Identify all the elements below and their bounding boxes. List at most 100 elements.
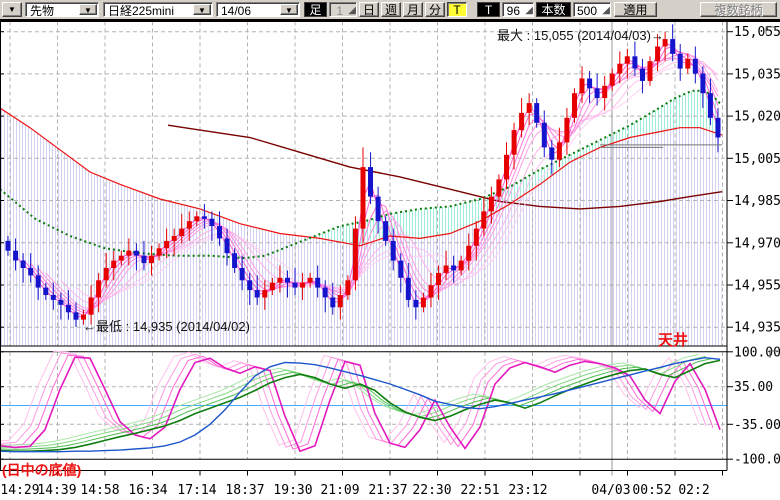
candle: [104, 268, 109, 280]
period-month-button[interactable]: 月: [403, 2, 423, 17]
period-week-button[interactable]: 週: [381, 2, 401, 17]
candle: [580, 79, 585, 94]
corner-dropdown-button[interactable]: ▼: [2, 2, 22, 17]
bar-count-stepper[interactable]: 500 ◢: [573, 2, 611, 17]
candle: [6, 241, 11, 251]
candle: [587, 79, 592, 89]
candle: [481, 211, 486, 228]
time-axis: 14:2914:3914:5816:3417:1418:3719:3021:09…: [0, 483, 709, 498]
candle: [240, 268, 245, 280]
candle: [421, 298, 426, 308]
apply-button[interactable]: 適用: [614, 2, 657, 17]
candle: [277, 278, 282, 283]
candle: [202, 216, 207, 219]
candle: [330, 298, 335, 308]
time-axis-label: 14:29: [0, 483, 39, 498]
instrument-select[interactable]: 日経225mini ▼: [103, 2, 213, 17]
time-axis-label: 00:52: [632, 483, 671, 498]
oscillator-axis-label: -35.00: [734, 418, 780, 433]
candle: [519, 113, 524, 130]
bar-interval-stepper: 1 ◢: [329, 2, 357, 17]
oscillator-axis-label: -100.00: [734, 453, 780, 468]
candle: [119, 256, 124, 261]
instrument-value: 日経225mini: [108, 4, 174, 18]
candle: [217, 226, 222, 238]
candle: [572, 93, 577, 118]
time-axis-label: 04/03: [591, 483, 630, 498]
candle: [602, 86, 607, 98]
candle: [398, 261, 403, 278]
candle: [436, 273, 441, 285]
chart-canvas[interactable]: 15,05515,03515,02015,00514,98514,97014,9…: [0, 21, 780, 500]
candle: [489, 197, 494, 212]
candle: [179, 229, 184, 236]
candle: [716, 118, 721, 138]
contract-month-select[interactable]: 14/06 ▼: [216, 2, 300, 17]
bar-type-button[interactable]: 足: [304, 2, 327, 17]
chevron-down-icon[interactable]: ▼: [280, 4, 298, 15]
candle: [610, 74, 615, 86]
candle: [111, 261, 116, 268]
price-axis-label: 14,955: [734, 279, 780, 294]
candle: [134, 251, 139, 256]
candle: [232, 253, 237, 268]
candle: [353, 229, 358, 281]
candle: [527, 103, 532, 113]
candle: [96, 280, 101, 297]
candle: [308, 278, 313, 283]
candle: [247, 280, 252, 290]
period-tick-button-active[interactable]: T: [447, 2, 467, 17]
chevron-down-icon[interactable]: ▼: [193, 4, 211, 15]
candle: [51, 295, 56, 300]
candle: [262, 290, 267, 297]
candle: [444, 266, 449, 273]
candle: [323, 288, 328, 298]
candle: [512, 130, 517, 155]
candle: [429, 285, 434, 297]
instrument-type-select[interactable]: 先物 ▼: [25, 2, 99, 17]
candle: [164, 241, 169, 248]
price-axis-label: 15,020: [734, 110, 780, 125]
time-axis-label: 18:37: [225, 483, 264, 498]
candle: [648, 61, 653, 81]
price-axis-label: 15,005: [734, 152, 780, 167]
spinner-icon[interactable]: ◢: [525, 4, 533, 18]
candle: [504, 155, 509, 180]
candle: [391, 241, 396, 261]
toolbar: ▼ 先物 ▼ 日経225mini ▼ 14/06 ▼ 足 1 ◢ 日 週 月 分…: [0, 0, 780, 21]
chevron-down-icon[interactable]: ▼: [79, 4, 97, 15]
candle: [655, 47, 660, 62]
candle: [300, 283, 305, 288]
candle: [361, 167, 366, 229]
candle: [338, 295, 343, 307]
bar-count-label: 本数: [536, 2, 571, 17]
period-day-button[interactable]: 日: [359, 2, 379, 17]
candle: [376, 197, 381, 222]
candle: [21, 261, 26, 268]
tick-count-stepper[interactable]: 96 ◢: [502, 2, 534, 17]
price-axis-label: 15,035: [734, 67, 780, 82]
candle: [43, 288, 48, 295]
candle: [557, 142, 562, 159]
candle: [126, 251, 131, 256]
min-price-annotation: ←最低 : 14,935 (2014/04/02): [83, 319, 250, 334]
candle: [74, 312, 79, 319]
time-axis-label: 19:30: [273, 483, 312, 498]
candle: [149, 256, 154, 263]
candle: [270, 283, 275, 290]
candle: [496, 179, 501, 196]
candle: [36, 275, 41, 287]
tick-count-label: T: [477, 2, 500, 17]
time-axis-label: 21:37: [368, 483, 407, 498]
time-axis-label: 23:12: [508, 483, 547, 498]
period-minute-button[interactable]: 分: [425, 2, 445, 17]
candle: [345, 280, 350, 295]
candle: [632, 56, 637, 68]
contract-month-value: 14/06: [221, 4, 251, 18]
spinner-icon[interactable]: ◢: [602, 4, 610, 18]
candle: [542, 123, 547, 148]
candle: [187, 221, 192, 228]
candle: [209, 219, 214, 226]
candle: [194, 216, 199, 221]
time-axis-label: 02:2: [678, 483, 709, 498]
